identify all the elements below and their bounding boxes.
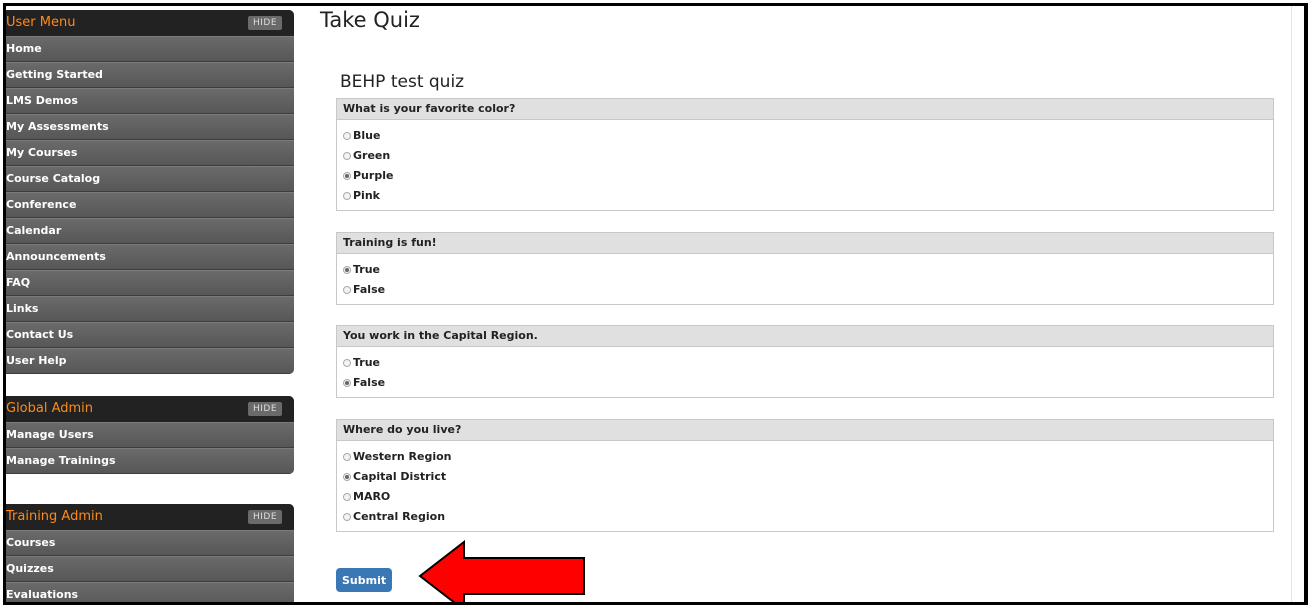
user-menu-item[interactable]: FAQ [6,270,294,296]
question-text: What is your favorite color? [337,99,1273,120]
red-arrow-annotation [418,540,585,602]
answer-option[interactable]: Pink [343,186,1273,206]
submit-button[interactable]: Submit [336,568,392,592]
question-block: You work in the Capital Region. True False [336,325,1274,398]
radio-button[interactable] [343,286,351,294]
radio-button[interactable] [343,513,351,521]
answer-option[interactable]: Western Region [343,447,1273,467]
question-block: What is your favorite color? Blue Green Pur… [336,98,1274,211]
user-menu-item[interactable]: User Help [6,348,294,374]
answer-label: True [353,263,381,276]
radio-button[interactable] [343,132,351,140]
answer-option[interactable]: Central Region [343,507,1273,527]
radio-button[interactable] [343,152,351,160]
user-menu-item[interactable]: Course Catalog [6,166,294,192]
answer-label: Green [353,149,391,162]
global-admin-item[interactable]: Manage Users [6,422,294,448]
question-text: You work in the Capital Region. [337,326,1273,347]
answer-options: True False [337,254,1273,304]
answer-options: True False [337,347,1273,397]
global-admin-menu: Global Admin HIDE Manage Users Manage Tra… [6,396,294,474]
question-text: Where do you live? [337,420,1273,441]
user-menu-item[interactable]: My Courses [6,140,294,166]
answer-label: False [353,283,386,296]
user-menu-item[interactable]: Getting Started [6,62,294,88]
user-menu-hide-button[interactable]: HIDE [248,16,282,30]
main-content: Take Quiz BEHP test quiz What is your fa… [318,6,1304,602]
user-menu-item[interactable]: My Assessments [6,114,294,140]
answer-option[interactable]: MARO [343,487,1273,507]
user-menu-items: Home Getting Started LMS Demos My Assessmen… [6,36,294,374]
answer-option[interactable]: False [343,280,1273,300]
global-admin-items: Manage Users Manage Trainings [6,422,294,474]
user-menu-item[interactable]: Announcements [6,244,294,270]
radio-button[interactable] [343,493,351,501]
training-admin-menu: Training Admin HIDE Courses Quizzes Evalua… [6,504,294,602]
user-menu-item[interactable]: Calendar [6,218,294,244]
sidebar: User Menu HIDE Home Getting Started LMS De… [6,6,294,602]
page-title: Take Quiz [320,8,420,32]
global-admin-title: Global Admin [6,401,94,416]
answer-option[interactable]: True [343,260,1273,280]
user-menu-title: User Menu [6,15,76,30]
answer-option[interactable]: Capital District [343,467,1273,487]
user-menu-header: User Menu HIDE [6,10,294,36]
training-admin-hide-button[interactable]: HIDE [248,510,282,524]
answer-label: False [353,376,386,389]
radio-button[interactable] [343,379,351,387]
global-admin-item[interactable]: Manage Trainings [6,448,294,474]
answer-option[interactable]: Green [343,146,1273,166]
radio-button[interactable] [343,359,351,367]
training-admin-item[interactable]: Courses [6,530,294,556]
training-admin-items: Courses Quizzes Evaluations [6,530,294,602]
answer-label: Western Region [353,450,452,463]
answer-option[interactable]: Blue [343,126,1273,146]
answer-label: Pink [353,189,380,202]
radio-button[interactable] [343,192,351,200]
content-divider [1291,6,1292,602]
radio-button[interactable] [343,266,351,274]
quiz-title: BEHP test quiz [340,72,465,92]
question-block: Training is fun! True False [336,232,1274,305]
radio-button[interactable] [343,453,351,461]
user-menu-item[interactable]: Home [6,36,294,62]
radio-button[interactable] [343,473,351,481]
answer-option[interactable]: True [343,353,1273,373]
global-admin-header: Global Admin HIDE [6,396,294,422]
answer-option[interactable]: False [343,373,1273,393]
training-admin-title: Training Admin [6,509,103,524]
answer-option[interactable]: Purple [343,166,1273,186]
answer-label: Blue [353,129,381,142]
app-frame: User Menu HIDE Home Getting Started LMS De… [3,3,1308,605]
training-admin-item[interactable]: Evaluations [6,582,294,602]
answer-label: MARO [353,490,391,503]
global-admin-hide-button[interactable]: HIDE [248,402,282,416]
answer-label: True [353,356,381,369]
answer-options: Western Region Capital District MARO Centra… [337,441,1273,531]
user-menu-item[interactable]: Contact Us [6,322,294,348]
user-menu: User Menu HIDE Home Getting Started LMS De… [6,10,294,374]
training-admin-header: Training Admin HIDE [6,504,294,530]
user-menu-item[interactable]: Conference [6,192,294,218]
answer-label: Capital District [353,470,447,483]
answer-options: Blue Green Purple Pink [337,120,1273,210]
user-menu-item[interactable]: LMS Demos [6,88,294,114]
question-text: Training is fun! [337,233,1273,254]
training-admin-item[interactable]: Quizzes [6,556,294,582]
user-menu-item[interactable]: Links [6,296,294,322]
radio-button[interactable] [343,172,351,180]
question-block: Where do you live? Western Region Capital … [336,419,1274,532]
answer-label: Central Region [353,510,446,523]
answer-label: Purple [353,169,394,182]
